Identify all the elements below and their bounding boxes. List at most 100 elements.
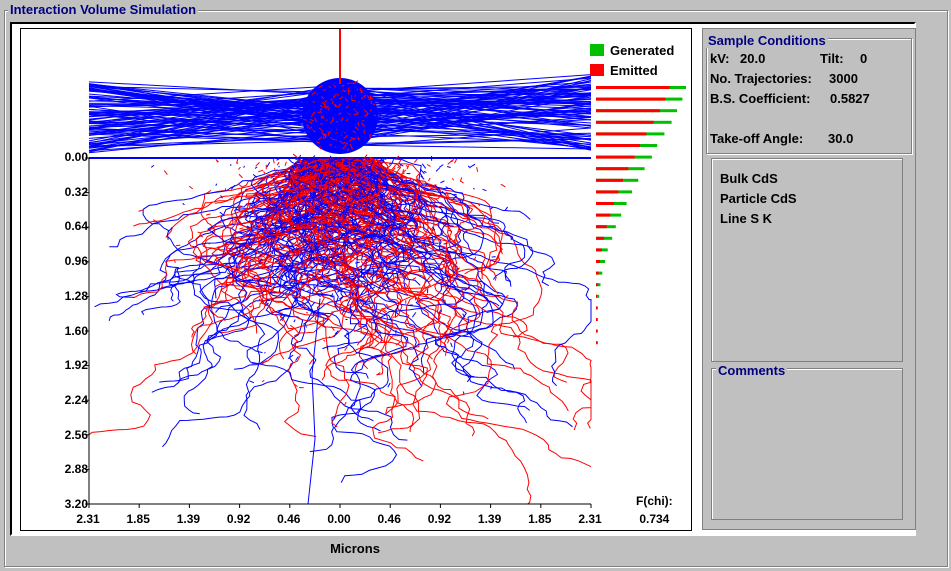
core-trajectory (308, 211, 311, 215)
particle-trajectory (322, 89, 327, 91)
x-tick-label: 0.46 (377, 512, 401, 526)
particle-trajectory (325, 86, 328, 90)
particle-trajectory (347, 92, 350, 95)
backscatter-line (350, 144, 592, 150)
fchi-value: 0.734 (639, 512, 670, 526)
x-tick-label: 1.85 (126, 512, 150, 526)
core-trajectory (423, 170, 427, 173)
particle-trajectory (347, 87, 350, 89)
emitted-bar (596, 329, 597, 333)
core-trajectory (279, 272, 281, 275)
emitted-bar (596, 294, 598, 298)
core-trajectory (215, 183, 218, 186)
core-trajectory (249, 380, 255, 384)
sample-info-box: Bulk CdS Particle CdS Line S K (711, 158, 903, 362)
core-trajectory (329, 191, 331, 194)
core-trajectory (421, 163, 427, 169)
core-trajectory (331, 293, 334, 296)
bs-coefficient-value: 0.5827 (830, 91, 870, 106)
deep-trajectory (307, 298, 321, 505)
legend-generated-label: Generated (610, 42, 675, 58)
x-tick-label: 2.31 (76, 512, 100, 526)
trajectories-label: No. Trajectories: (710, 71, 812, 86)
particle-trajectory (337, 118, 340, 121)
core-trajectory (377, 253, 380, 258)
core-trajectory (258, 169, 264, 173)
y-tick-label: 2.88 (64, 462, 88, 477)
core-trajectory (327, 271, 330, 275)
core-trajectory (460, 180, 464, 184)
core-trajectory (468, 297, 474, 302)
core-trajectory (249, 305, 253, 308)
legend-emitted: Emitted (590, 60, 674, 80)
core-trajectory (246, 204, 250, 206)
core-trajectory (285, 178, 287, 183)
emitted-bar (596, 306, 597, 310)
core-trajectory (381, 246, 383, 252)
core-trajectory (259, 238, 263, 242)
y-tick-label: 0.32 (64, 184, 88, 199)
core-trajectory (301, 288, 305, 291)
core-trajectory (441, 285, 446, 288)
emitted-bar (596, 236, 605, 240)
emitted-bar (596, 260, 601, 263)
core-trajectory (372, 233, 378, 235)
comments-box[interactable] (711, 368, 903, 520)
particle-trajectory (366, 113, 369, 115)
core-trajectory (296, 174, 300, 177)
core-trajectory (426, 164, 431, 167)
core-trajectory (459, 177, 463, 182)
comments-title: Comments (716, 363, 788, 378)
emitted-bar (596, 190, 619, 194)
generated-swatch (590, 44, 604, 56)
takeoff-angle-value: 30.0 (828, 131, 854, 146)
kv-label: kV: (710, 51, 730, 66)
y-tick-label: 0.96 (64, 254, 88, 269)
particle-trajectory (319, 145, 321, 150)
core-trajectory (447, 229, 453, 232)
core-trajectory (150, 164, 155, 168)
emitted-swatch (590, 64, 604, 76)
particle-trajectory (342, 89, 344, 92)
core-trajectory (360, 261, 364, 265)
core-trajectory (360, 276, 365, 279)
core-trajectory (249, 217, 252, 219)
particle-trajectory (335, 133, 338, 137)
particle-trajectory (337, 94, 340, 96)
core-trajectory (369, 184, 371, 188)
core-trajectory (324, 184, 326, 189)
core-trajectory (272, 177, 275, 180)
core-trajectory (306, 290, 310, 293)
legend: Generated Emitted (590, 40, 674, 80)
core-trajectory (292, 199, 297, 202)
core-trajectory (238, 183, 243, 188)
fchi-label: F(chi): (636, 494, 673, 508)
x-tick-label: 1.39 (477, 512, 502, 526)
emitted-bar (596, 120, 654, 124)
core-trajectory (307, 222, 310, 225)
core-trajectory (443, 242, 448, 245)
emitted-bar (596, 271, 599, 275)
core-trajectory (398, 223, 401, 229)
core-trajectory (353, 280, 355, 284)
sample-bulk: Bulk CdS (720, 171, 778, 186)
emitted-bar (596, 97, 666, 101)
core-trajectory (163, 170, 168, 175)
y-tick-label: 1.92 (64, 358, 88, 373)
core-trajectory (390, 271, 394, 273)
x-tick-label: 1.39 (176, 512, 201, 526)
core-trajectory (500, 183, 506, 188)
core-trajectory (348, 162, 351, 166)
legend-generated: Generated (590, 40, 674, 60)
core-trajectory (451, 178, 454, 181)
particle-trajectory (324, 133, 327, 138)
core-trajectory (482, 188, 487, 192)
core-trajectory (440, 180, 445, 184)
emitted-bar (596, 283, 598, 287)
core-trajectory (442, 257, 445, 261)
core-trajectory (319, 215, 325, 218)
core-trajectory (293, 319, 296, 323)
core-trajectory (205, 213, 211, 216)
core-trajectory (314, 197, 318, 199)
core-trajectory (387, 382, 391, 388)
